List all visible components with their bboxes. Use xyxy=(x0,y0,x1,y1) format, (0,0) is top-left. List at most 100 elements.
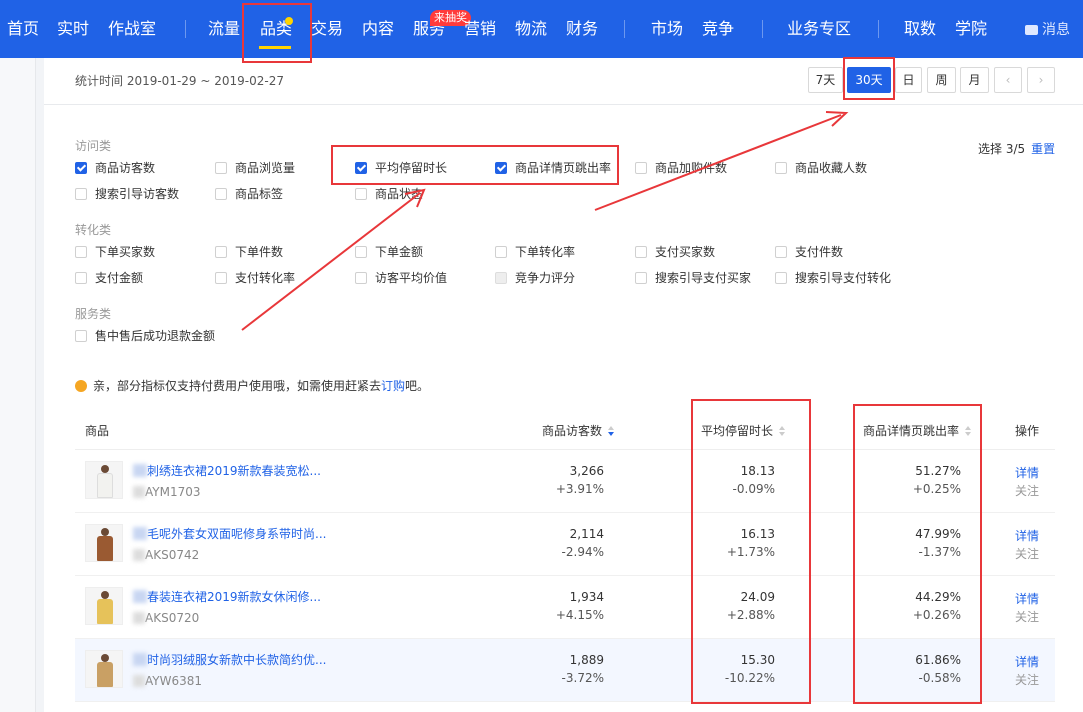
nav-divider xyxy=(878,20,879,38)
nav-divider xyxy=(185,20,186,38)
nav-traffic[interactable]: 流量 xyxy=(208,0,240,58)
header-divider xyxy=(44,104,1083,105)
metric-checkbox[interactable]: 支付金额 xyxy=(75,270,143,286)
product-thumbnail[interactable] xyxy=(85,587,123,625)
annotation-box-category xyxy=(242,3,312,63)
visitors-value: 3,266 xyxy=(569,464,604,478)
follow-link[interactable]: 关注 xyxy=(1015,608,1039,625)
next-period-button[interactable]: › xyxy=(1027,67,1055,93)
metric-checkbox[interactable]: 访客平均价值 xyxy=(355,270,447,286)
nav-business-zone[interactable]: 业务专区 xyxy=(787,0,851,58)
nav-trade[interactable]: 交易 xyxy=(311,0,343,58)
product-code: AYW6381 xyxy=(133,674,202,688)
annotation-box-30d xyxy=(843,57,895,100)
metric-checkbox[interactable]: 下单件数 xyxy=(215,244,283,260)
product-name-link[interactable]: 刺绣连衣裙2019新款春装宽松... xyxy=(133,462,321,479)
metric-checkbox[interactable]: 支付买家数 xyxy=(635,244,715,260)
paid-feature-notice: 亲，部分指标仅支持付费用户使用哦，如需使用赶紧去订购吧。 xyxy=(75,377,429,394)
metric-checkbox[interactable]: 商品访客数 xyxy=(75,160,155,176)
nav-content[interactable]: 内容 xyxy=(362,0,394,58)
metric-checkbox[interactable]: 商品加购件数 xyxy=(635,160,727,176)
checkbox-icon xyxy=(495,272,507,284)
period-week-button[interactable]: 周 xyxy=(927,67,956,93)
metric-checkbox[interactable]: 支付转化率 xyxy=(215,270,295,286)
product-thumbnail[interactable] xyxy=(85,650,123,688)
follow-link[interactable]: 关注 xyxy=(1015,545,1039,562)
checkbox-icon xyxy=(75,188,87,200)
visitors-value: 1,889 xyxy=(569,653,604,667)
nav-divider xyxy=(762,20,763,38)
product-thumbnail[interactable] xyxy=(85,461,123,499)
checkbox-icon xyxy=(635,246,647,258)
visitors-change: -3.72% xyxy=(561,671,604,685)
checkbox-icon xyxy=(495,246,507,258)
warning-icon xyxy=(75,380,87,392)
metric-checkbox[interactable]: 搜索引导支付转化 xyxy=(775,270,891,286)
subscribe-link[interactable]: 订购 xyxy=(381,379,405,393)
period-month-button[interactable]: 月 xyxy=(960,67,989,93)
nav-competition[interactable]: 竞争 xyxy=(702,0,734,58)
product-name-link[interactable]: 春装连衣裙2019新款女休闲修... xyxy=(133,588,321,605)
col-visitors[interactable]: 商品访客数 xyxy=(542,422,615,439)
annotation-box-bounce-rate xyxy=(853,404,982,704)
reset-link[interactable]: 重置 xyxy=(1031,142,1055,156)
checkbox-icon xyxy=(355,246,367,258)
product-name-link[interactable]: 毛呢外套女双面呢修身系带时尚... xyxy=(133,525,326,542)
group-title-conversion: 转化类 xyxy=(75,223,112,237)
checkbox-icon xyxy=(635,272,647,284)
checkbox-icon xyxy=(75,246,87,258)
message-button[interactable]: 消息 xyxy=(1025,0,1070,58)
nav-marketing[interactable]: 营销 xyxy=(464,0,496,58)
group-title-visit: 访问类 xyxy=(75,139,112,153)
metric-checkbox[interactable]: 商品状态 xyxy=(355,186,423,202)
product-thumbnail[interactable] xyxy=(85,524,123,562)
detail-link[interactable]: 详情 xyxy=(1015,527,1039,544)
nav-war-room[interactable]: 作战室 xyxy=(108,0,156,58)
nav-market[interactable]: 市场 xyxy=(651,0,683,58)
nav-logistics[interactable]: 物流 xyxy=(515,0,547,58)
metric-checkbox[interactable]: 商品浏览量 xyxy=(215,160,295,176)
nav-realtime[interactable]: 实时 xyxy=(57,0,89,58)
metric-checkbox[interactable]: 下单金额 xyxy=(355,244,423,260)
visitors-change: -2.94% xyxy=(561,545,604,559)
follow-link[interactable]: 关注 xyxy=(1015,482,1039,499)
metric-checkbox[interactable]: 支付件数 xyxy=(775,244,843,260)
metric-checkbox[interactable]: 售中售后成功退款金额 xyxy=(75,328,215,344)
metric-checkbox[interactable]: 下单买家数 xyxy=(75,244,155,260)
nav-service[interactable]: 服务 xyxy=(413,0,445,58)
selection-count: 选择 3/5 重置 xyxy=(978,140,1055,157)
nav-data-fetch[interactable]: 取数 xyxy=(904,0,936,58)
nav-divider xyxy=(624,20,625,38)
checkbox-icon xyxy=(215,188,227,200)
visitors-change: +4.15% xyxy=(555,608,604,622)
checkbox-icon xyxy=(75,272,87,284)
checkbox-icon xyxy=(215,162,227,174)
detail-link[interactable]: 详情 xyxy=(1015,653,1039,670)
annotation-box-metrics xyxy=(331,145,619,185)
checkbox-icon xyxy=(215,272,227,284)
checkbox-icon xyxy=(775,162,787,174)
metric-checkbox[interactable]: 搜索引导支付买家 xyxy=(635,270,751,286)
group-title-service: 服务类 xyxy=(75,307,112,321)
product-code: AKS0742 xyxy=(133,548,199,562)
metric-checkbox[interactable]: 商品标签 xyxy=(215,186,283,202)
message-label: 消息 xyxy=(1042,22,1070,38)
period-day-button[interactable]: 日 xyxy=(895,67,922,93)
metric-checkbox: 竞争力评分 xyxy=(495,270,575,286)
follow-link[interactable]: 关注 xyxy=(1015,671,1039,688)
metric-checkbox[interactable]: 搜索引导访客数 xyxy=(75,186,179,202)
detail-link[interactable]: 详情 xyxy=(1015,464,1039,481)
checkbox-icon xyxy=(75,330,87,342)
stat-time-label: 统计时间 2019-01-29 ~ 2019-02-27 xyxy=(75,74,284,88)
detail-link[interactable]: 详情 xyxy=(1015,590,1039,607)
prev-period-button[interactable]: ‹ xyxy=(994,67,1022,93)
nav-academy[interactable]: 学院 xyxy=(955,0,987,58)
col-actions: 操作 xyxy=(1015,424,1040,438)
metric-checkbox[interactable]: 下单转化率 xyxy=(495,244,575,260)
nav-home[interactable]: 首页 xyxy=(7,0,39,58)
metric-checkbox[interactable]: 商品收藏人数 xyxy=(775,160,867,176)
checkbox-icon xyxy=(775,246,787,258)
product-name-link[interactable]: 时尚羽绒服女新款中长款简约优... xyxy=(133,651,326,668)
nav-finance[interactable]: 财务 xyxy=(566,0,598,58)
period-7d-button[interactable]: 7天 xyxy=(808,67,843,93)
